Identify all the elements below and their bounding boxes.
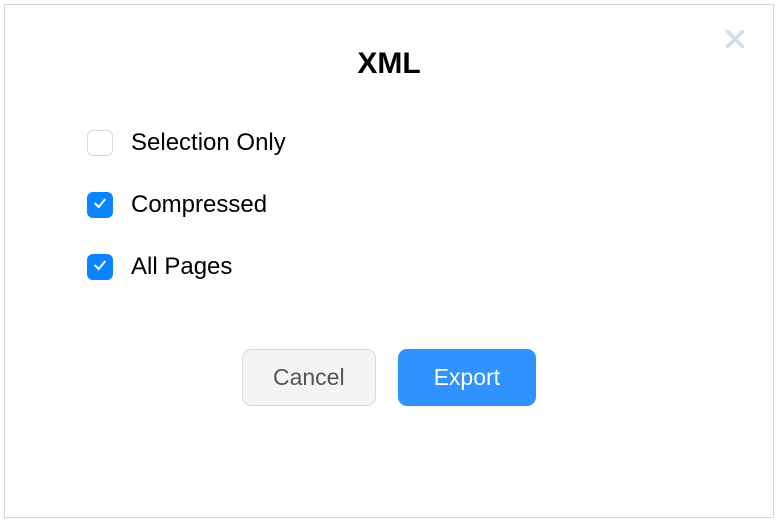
checkbox-all-pages[interactable] [87,254,113,280]
option-compressed: Compressed [87,191,733,219]
option-label: Compressed [131,191,267,219]
option-label: All Pages [131,253,232,281]
export-button[interactable]: Export [398,349,536,406]
option-label: Selection Only [131,129,286,157]
options-group: Selection Only Compressed All Pages [45,129,733,281]
export-xml-dialog: XML Selection Only Compressed All Pages [4,4,774,518]
cancel-button[interactable]: Cancel [242,349,376,406]
checkbox-compressed[interactable] [87,192,113,218]
checkbox-selection-only[interactable] [87,130,113,156]
close-button[interactable] [719,25,751,57]
option-selection-only: Selection Only [87,129,733,157]
option-all-pages: All Pages [87,253,733,281]
dialog-title: XML [45,47,733,81]
checkmark-icon [92,195,108,216]
dialog-buttons: Cancel Export [45,349,733,406]
close-icon [724,28,746,55]
checkmark-icon [92,257,108,278]
